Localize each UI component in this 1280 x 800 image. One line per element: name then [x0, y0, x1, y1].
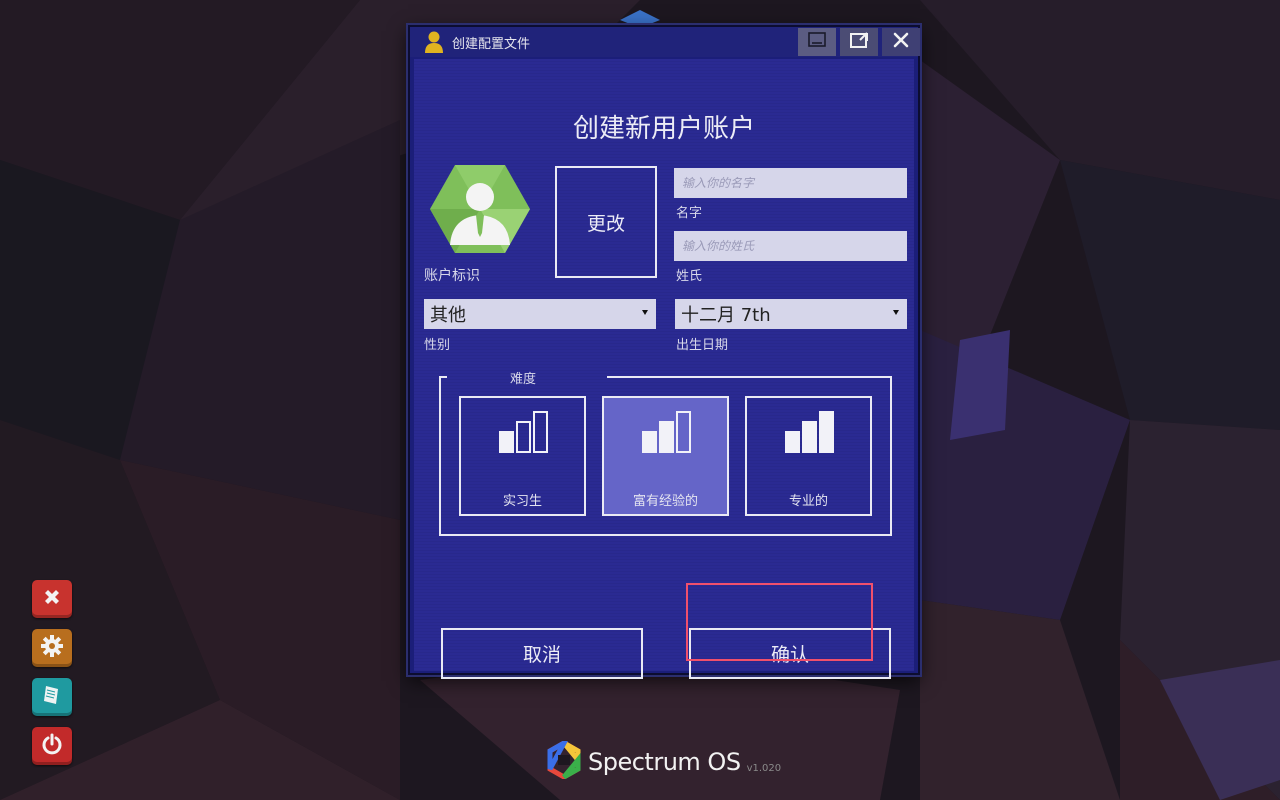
signal-medium-icon [641, 410, 693, 458]
signal-high-icon [784, 410, 836, 458]
window-content: 创建新用户账户 账户标识 更改 名字 [414, 59, 914, 679]
dock-settings-button[interactable] [32, 629, 72, 667]
window-title: 创建配置文件 [452, 37, 531, 52]
gender-label: 性别 [424, 338, 451, 353]
scroll-icon [40, 683, 64, 711]
close-icon [892, 31, 910, 53]
os-version: v1.020 [746, 762, 782, 774]
difficulty-option-label: 专业的 [788, 494, 828, 509]
window-titlebar[interactable]: 创建配置文件 [410, 27, 920, 58]
minimize-button[interactable] [798, 28, 836, 56]
dock-power-button[interactable] [32, 727, 72, 765]
last-name-label: 姓氏 [676, 269, 703, 284]
restore-icon [849, 31, 869, 53]
chevron-down-icon [642, 310, 648, 315]
difficulty-option-experienced[interactable]: 富有经验的 [602, 396, 729, 516]
signal-low-icon [498, 410, 550, 458]
user-icon [424, 30, 444, 58]
difficulty-option-professional[interactable]: 专业的 [745, 396, 872, 516]
cancel-button[interactable]: 取消 [441, 628, 643, 679]
desktop: Spectrum OS v1.020 创建配置文件 创建新用户账户 账户标识 更… [0, 0, 1280, 800]
close-button[interactable] [882, 28, 920, 56]
create-profile-window: 创建配置文件 创建新用户账户 账户标识 更改 输入你的名字 名字 输入你的姓氏 … [408, 25, 920, 679]
birthday-select[interactable]: 十二月 7th [675, 299, 907, 329]
minimize-icon [807, 31, 827, 53]
gender-value: 其他 [430, 305, 466, 326]
avatar[interactable] [430, 163, 530, 255]
first-name-label: 名字 [676, 206, 703, 221]
spectrum-hexagon-logo-icon [546, 736, 582, 783]
user-avatar-hexagon-icon [430, 165, 530, 259]
gender-select[interactable]: 其他 [424, 299, 656, 329]
restore-button[interactable] [840, 28, 878, 56]
difficulty-option-intern[interactable]: 实习生 [459, 396, 586, 516]
difficulty-option-label: 实习生 [502, 494, 542, 509]
power-icon [40, 732, 64, 760]
os-name: Spectrum OS [588, 748, 741, 776]
last-name-field[interactable] [674, 231, 907, 261]
difficulty-option-label: 富有经验的 [632, 494, 698, 509]
birthday-label: 出生日期 [676, 338, 729, 353]
confirm-button[interactable]: 确认 [689, 628, 891, 679]
chevron-down-icon [893, 310, 899, 315]
gear-icon [40, 634, 64, 662]
birthday-value: 十二月 7th [681, 305, 771, 326]
dock-scroll-button[interactable] [32, 678, 72, 716]
os-brand: Spectrum OS v1.020 [546, 736, 782, 783]
difficulty-legend: 难度 [510, 372, 537, 387]
page-title: 创建新用户账户 [572, 114, 755, 144]
change-avatar-button[interactable]: 更改 [555, 166, 657, 278]
dock-close-button[interactable] [32, 580, 72, 618]
avatar-label: 账户标识 [424, 268, 480, 284]
first-name-field[interactable] [674, 168, 907, 198]
close-x-icon [40, 585, 64, 613]
